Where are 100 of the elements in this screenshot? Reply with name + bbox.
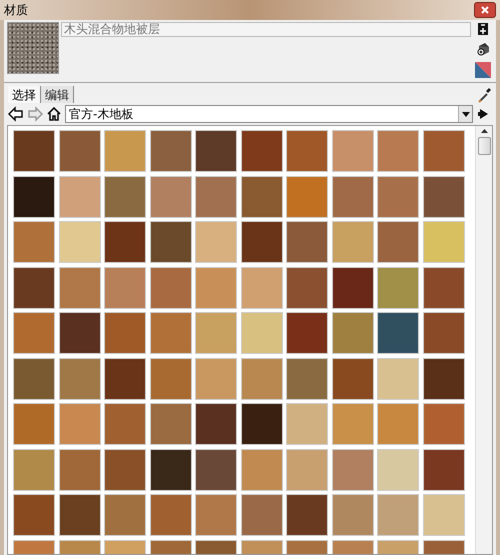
material-swatch[interactable] [422, 266, 464, 308]
material-swatch[interactable] [422, 176, 464, 218]
material-swatch[interactable] [13, 312, 55, 354]
material-swatch[interactable] [377, 448, 419, 490]
material-swatch[interactable] [422, 130, 464, 172]
material-swatch[interactable] [150, 266, 192, 308]
material-swatch[interactable] [377, 266, 419, 308]
material-swatch[interactable] [332, 176, 374, 218]
material-swatch[interactable] [195, 176, 237, 218]
material-swatch[interactable] [240, 358, 282, 400]
home-icon[interactable] [46, 106, 62, 122]
material-swatch[interactable] [13, 494, 55, 536]
material-swatch[interactable] [150, 403, 192, 445]
material-swatch[interactable] [195, 221, 237, 263]
material-swatch[interactable] [422, 358, 464, 400]
material-swatch[interactable] [195, 358, 237, 400]
material-swatch[interactable] [240, 312, 282, 354]
material-swatch[interactable] [422, 494, 464, 536]
material-swatch[interactable] [13, 176, 55, 218]
material-swatch[interactable] [240, 266, 282, 308]
material-swatch[interactable] [286, 358, 328, 400]
create-material-icon[interactable] [477, 22, 489, 36]
material-swatch[interactable] [58, 448, 100, 490]
material-swatch[interactable] [13, 403, 55, 445]
material-swatch[interactable] [377, 221, 419, 263]
tab[interactable]: 选择 [8, 86, 41, 103]
material-swatch[interactable] [240, 130, 282, 172]
color-swatch-icon[interactable] [475, 62, 491, 78]
material-swatch[interactable] [422, 312, 464, 354]
material-swatch[interactable] [377, 403, 419, 445]
material-swatch[interactable] [104, 221, 146, 263]
material-swatch[interactable] [195, 266, 237, 308]
material-name-field[interactable]: 木头混合物地被层 [61, 22, 471, 37]
material-swatch[interactable] [104, 130, 146, 172]
material-swatch[interactable] [286, 312, 328, 354]
material-swatch[interactable] [286, 448, 328, 490]
scrollbar[interactable] [475, 126, 492, 554]
material-swatch[interactable] [195, 448, 237, 490]
material-swatch[interactable] [13, 221, 55, 263]
material-swatch[interactable] [377, 494, 419, 536]
material-swatch[interactable] [150, 448, 192, 490]
material-swatch[interactable] [422, 221, 464, 263]
close-button[interactable] [474, 2, 496, 18]
material-swatch[interactable] [240, 221, 282, 263]
material-swatch[interactable] [104, 266, 146, 308]
material-swatch[interactable] [104, 358, 146, 400]
material-swatch[interactable] [195, 494, 237, 536]
material-swatch[interactable] [104, 494, 146, 536]
material-swatch[interactable] [104, 448, 146, 490]
material-swatch[interactable] [332, 130, 374, 172]
material-swatch[interactable] [286, 266, 328, 308]
material-swatch[interactable] [240, 448, 282, 490]
material-swatch[interactable] [286, 176, 328, 218]
material-swatch[interactable] [332, 403, 374, 445]
scrollbar-thumb[interactable] [478, 137, 490, 155]
material-swatch[interactable] [195, 403, 237, 445]
material-swatch[interactable] [58, 130, 100, 172]
material-swatch[interactable] [13, 448, 55, 490]
material-swatch[interactable] [58, 266, 100, 308]
material-swatch[interactable] [150, 494, 192, 536]
material-swatch[interactable] [58, 221, 100, 263]
library-dropdown[interactable]: 官方-木地板 [65, 105, 473, 123]
tab[interactable]: 编辑 [41, 86, 74, 103]
scroll-up-icon[interactable] [480, 129, 488, 133]
material-swatch[interactable] [13, 358, 55, 400]
material-swatch[interactable] [150, 358, 192, 400]
material-swatch[interactable] [332, 312, 374, 354]
material-swatch[interactable] [58, 312, 100, 354]
material-swatch[interactable] [58, 176, 100, 218]
back-arrow-icon[interactable] [8, 106, 24, 122]
material-swatch[interactable] [422, 448, 464, 490]
material-swatch[interactable] [332, 448, 374, 490]
eyedropper-icon[interactable] [478, 87, 492, 103]
material-swatch[interactable] [286, 221, 328, 263]
material-swatch[interactable] [240, 176, 282, 218]
material-swatch[interactable] [13, 266, 55, 308]
material-swatch[interactable] [150, 312, 192, 354]
material-swatch[interactable] [195, 130, 237, 172]
material-swatch[interactable] [332, 494, 374, 536]
material-swatch[interactable] [58, 358, 100, 400]
material-swatch[interactable] [286, 403, 328, 445]
material-swatch[interactable] [377, 358, 419, 400]
material-swatch[interactable] [104, 312, 146, 354]
material-swatch[interactable] [240, 494, 282, 536]
material-swatch[interactable] [332, 221, 374, 263]
material-swatch[interactable] [58, 494, 100, 536]
material-swatch[interactable] [104, 176, 146, 218]
material-swatch[interactable] [377, 176, 419, 218]
material-swatch[interactable] [422, 403, 464, 445]
material-swatch[interactable] [150, 176, 192, 218]
material-swatch[interactable] [150, 221, 192, 263]
material-swatch[interactable] [286, 494, 328, 536]
material-swatch[interactable] [104, 403, 146, 445]
material-swatch[interactable] [332, 266, 374, 308]
material-swatch[interactable] [13, 130, 55, 172]
material-swatch[interactable] [377, 312, 419, 354]
material-swatch[interactable] [332, 358, 374, 400]
material-swatch[interactable] [58, 403, 100, 445]
material-swatch[interactable] [377, 130, 419, 172]
material-swatch[interactable] [195, 312, 237, 354]
